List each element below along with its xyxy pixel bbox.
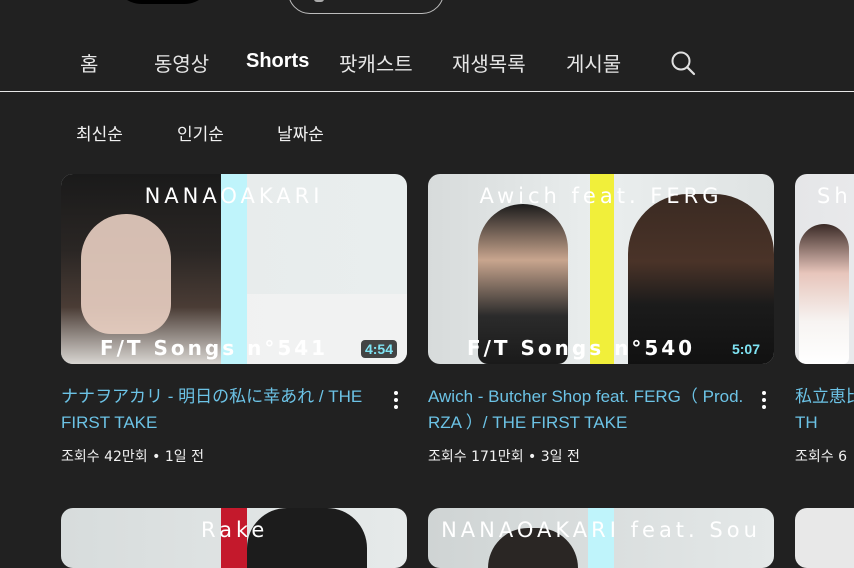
video-card[interactable]: Sh 私立恵比寿中学 - ... ラ / TH 조회수 6 (795, 174, 854, 474)
tab-posts[interactable]: 게시물 (566, 48, 621, 77)
tab-playlists[interactable]: 재생목록 (452, 48, 526, 77)
channel-avatar-edge (112, 0, 214, 4)
more-options-icon[interactable] (758, 388, 770, 414)
video-title[interactable]: ナナヲアカリ - 明日の私に幸あれ / THE FIRST TAKE (61, 384, 381, 436)
subscribe-button-edge[interactable] (288, 0, 444, 14)
upload-age: 1일 전 (164, 449, 204, 465)
duration-badge: 5:07 (731, 341, 760, 357)
video-thumbnail[interactable]: NANAOAKARI feat. Sou (428, 508, 774, 568)
sort-chip-popular[interactable]: 인기순 (177, 120, 224, 145)
video-meta: 조회수 171만회 • 3일 전 (428, 449, 580, 465)
video-thumbnail[interactable]: NANAOAKARI F/T Songs n°541 4:54 (61, 174, 407, 364)
search-icon[interactable] (670, 50, 696, 76)
video-thumbnail[interactable]: Awich feat. FERG F/T Songs n°540 5:07 (428, 174, 774, 364)
video-title[interactable]: 私立恵比寿中学 - ... ラ / TH (795, 384, 854, 436)
sort-chip-latest[interactable]: 최신순 (76, 120, 123, 145)
thumbnail-title: NANAOAKARI (144, 184, 324, 208)
tabs-divider (0, 91, 854, 92)
thumbnail-face (81, 214, 171, 334)
thumbnail-title: Awich feat. FERG (479, 184, 723, 208)
view-count: 조회수 6 (795, 449, 847, 465)
thumbnail-title: Sh (817, 184, 852, 208)
video-thumbnail[interactable] (795, 508, 854, 568)
thumbnail-title: Rake (201, 518, 269, 542)
tab-home[interactable]: 홈 (80, 48, 98, 77)
video-title[interactable]: Awich - Butcher Shop feat. FERG（ Prod. R… (428, 384, 748, 436)
upload-age: 3일 전 (540, 449, 580, 465)
view-count: 조회수 42만회 (61, 449, 148, 465)
thumbnail-title: NANAOAKARI feat. Sou (441, 518, 761, 542)
tab-videos[interactable]: 동영상 (154, 48, 209, 77)
duration-badge: 4:54 (360, 340, 397, 358)
video-thumbnail[interactable]: Sh (795, 174, 854, 364)
thumbnail-series: F/T Songs n°541 (99, 336, 329, 360)
channel-tabs: 홈 동영상 Shorts 팟캐스트 재생목록 게시물 (0, 40, 854, 91)
more-options-icon[interactable] (390, 388, 402, 414)
tab-shorts[interactable]: Shorts (246, 50, 309, 73)
thumbnail-figure (799, 224, 849, 364)
sort-chip-date[interactable]: 날짜순 (277, 120, 324, 145)
tab-podcasts[interactable]: 팟캐스트 (339, 48, 413, 77)
view-count: 조회수 171만회 (428, 449, 524, 465)
video-thumbnail[interactable]: Rake (61, 508, 407, 568)
thumbnail-series: F/T Songs n°540 (466, 336, 696, 360)
video-meta: 조회수 42만회 • 1일 전 (61, 449, 204, 465)
